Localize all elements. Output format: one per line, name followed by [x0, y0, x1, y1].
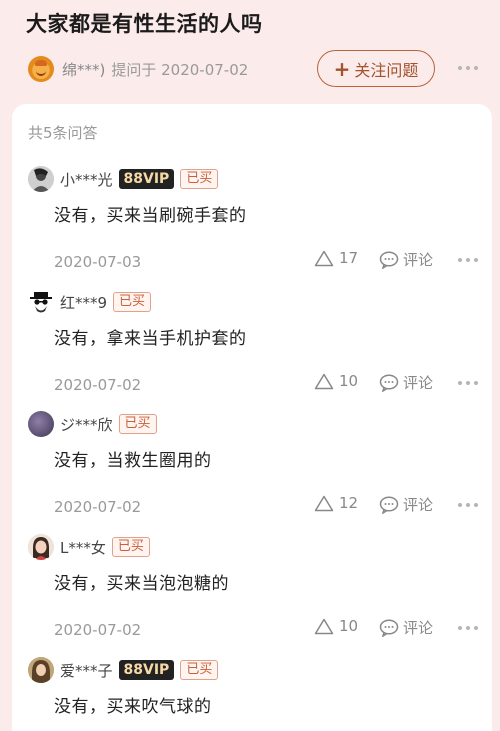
answer-count: 共5条问答: [28, 124, 98, 142]
user-avatar[interactable]: [28, 534, 54, 560]
answer-item: 爱***子 88VIP 已买 没有，买来吹气球的: [12, 656, 492, 731]
answer-user-row: L***女 已买: [28, 533, 150, 561]
answer-item: 红***9 已买 没有，拿来当手机护套的 2020-07-02 10 评论: [12, 288, 492, 411]
more-options-icon[interactable]: [458, 626, 478, 630]
user-name: 红***9: [60, 293, 108, 312]
comment-button[interactable]: 评论: [379, 617, 433, 638]
bought-badge: 已买: [180, 660, 219, 680]
answer-date: 2020-07-03: [54, 253, 142, 271]
like-count: 12: [339, 494, 359, 512]
comment-button[interactable]: 评论: [379, 249, 433, 270]
question-header: 大家都是有性生活的人吗 绵***) 提问于 2020-07-02 + 关注问题: [0, 0, 500, 110]
like-count: 17: [339, 249, 359, 267]
bought-badge: 已买: [113, 292, 152, 312]
like-count: 10: [339, 372, 359, 390]
bought-badge: 已买: [180, 169, 219, 189]
answer-text: 没有，买来吹气球的: [54, 697, 212, 717]
answer-text: 没有，拿来当手机护套的: [54, 329, 247, 349]
vip-badge: 88VIP: [118, 660, 175, 680]
like-button[interactable]: 17: [314, 249, 358, 267]
like-button[interactable]: 12: [314, 494, 358, 512]
answer-date: 2020-07-02: [54, 376, 142, 394]
user-name: ジ***欣: [60, 415, 113, 434]
user-name: L***女: [60, 538, 106, 557]
answers-card: 共5条问答 小***光 88VIP 已买 没有，买来当刷碗手套的 2020-07…: [12, 104, 492, 731]
comment-button[interactable]: 评论: [379, 494, 433, 515]
comment-bubble-icon: [379, 618, 399, 637]
user-avatar[interactable]: [28, 657, 54, 683]
more-options-icon[interactable]: [458, 381, 478, 385]
plus-icon: +: [333, 56, 351, 81]
answer-date: 2020-07-02: [54, 498, 142, 516]
answer-user-row: 红***9 已买: [28, 288, 152, 316]
answer-text: 没有，买来当刷碗手套的: [54, 206, 247, 226]
follow-question-label: 关注问题: [354, 60, 419, 80]
user-avatar[interactable]: [28, 411, 54, 437]
comment-bubble-icon: [379, 250, 399, 269]
answer-item: L***女 已买 没有，买来当泡泡糖的 2020-07-02 10 评论: [12, 533, 492, 656]
answer-text: 没有，买来当泡泡糖的: [54, 574, 229, 594]
vip-badge: 88VIP: [118, 169, 175, 189]
answer-user-row: 小***光 88VIP 已买: [28, 165, 219, 193]
more-options-icon[interactable]: [458, 503, 478, 507]
comment-bubble-icon: [379, 373, 399, 392]
bought-badge: 已买: [111, 537, 150, 557]
comment-button[interactable]: 评论: [379, 372, 433, 393]
comment-bubble-icon: [379, 495, 399, 514]
triangle-like-icon: [314, 373, 334, 389]
asker-info: 绵***) 提问于 2020-07-02: [28, 56, 248, 82]
user-avatar[interactable]: [28, 166, 54, 192]
comment-label: 评论: [403, 374, 434, 392]
answer-user-row: ジ***欣 已买: [28, 410, 157, 438]
answer-item: ジ***欣 已买 没有，当救生圈用的 2020-07-02 12 评论: [12, 410, 492, 533]
follow-question-button[interactable]: + 关注问题: [317, 50, 435, 87]
more-options-icon[interactable]: [458, 66, 478, 70]
more-options-icon[interactable]: [458, 258, 478, 262]
question-title: 大家都是有性生活的人吗: [26, 12, 263, 36]
asker-avatar[interactable]: [28, 56, 54, 82]
user-name: 爱***子: [60, 661, 113, 680]
comment-label: 评论: [403, 251, 434, 269]
user-name: 小***光: [60, 170, 113, 189]
comment-label: 评论: [403, 619, 434, 637]
like-button[interactable]: 10: [314, 617, 358, 635]
triangle-like-icon: [314, 250, 334, 266]
like-button[interactable]: 10: [314, 372, 358, 390]
comment-label: 评论: [403, 496, 434, 514]
like-count: 10: [339, 617, 359, 635]
answer-date: 2020-07-02: [54, 621, 142, 639]
triangle-like-icon: [314, 495, 334, 511]
answer-user-row: 爱***子 88VIP 已买: [28, 656, 219, 684]
user-avatar[interactable]: [28, 289, 54, 315]
asked-date: 提问于 2020-07-02: [111, 60, 249, 79]
triangle-like-icon: [314, 618, 334, 634]
answer-item: 小***光 88VIP 已买 没有，买来当刷碗手套的 2020-07-03 17…: [12, 165, 492, 288]
asker-name: 绵***): [62, 60, 106, 79]
bought-badge: 已买: [118, 414, 157, 434]
answer-text: 没有，当救生圈用的: [54, 451, 212, 471]
